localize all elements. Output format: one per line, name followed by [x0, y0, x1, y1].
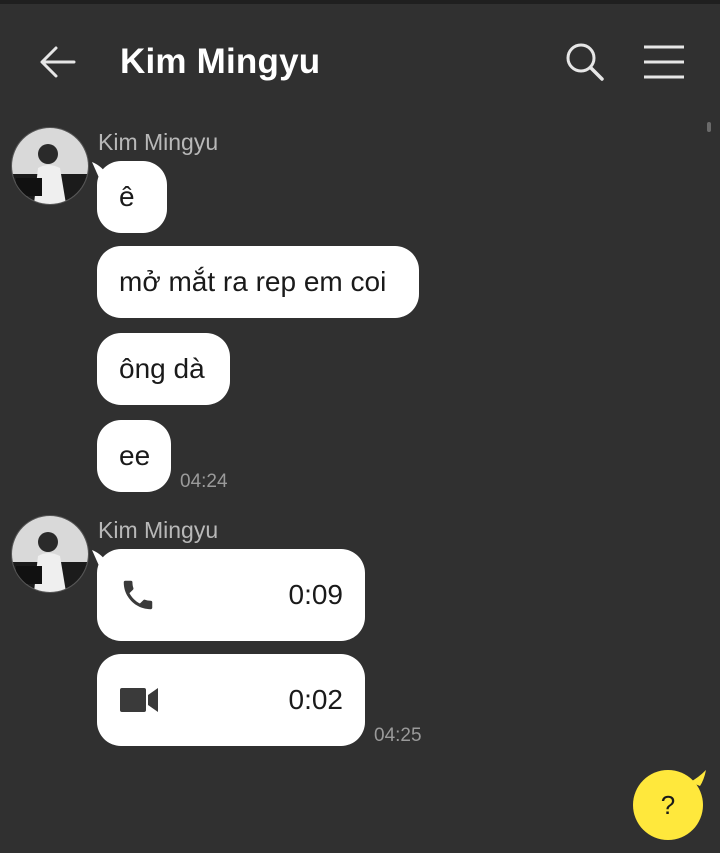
message-bubble[interactable]: ông dà [97, 333, 230, 405]
message-bubble[interactable]: mở mắt ra rep em coi [97, 246, 419, 318]
voice-call-bubble[interactable]: 0:09 [97, 549, 365, 641]
help-bubble-tail [690, 770, 706, 786]
call-duration: 0:09 [288, 579, 344, 610]
avatar[interactable] [11, 515, 89, 593]
video-camera-icon [120, 688, 158, 712]
avatar-photo-icon [12, 128, 88, 204]
help-label: ? [660, 789, 676, 820]
back-button[interactable] [36, 40, 80, 84]
menu-button[interactable] [640, 42, 688, 82]
chat-header: Kim Mingyu [0, 4, 720, 114]
message-time: 04:24 [180, 471, 228, 492]
sender-name: Kim Mingyu [98, 129, 219, 155]
search-icon [566, 43, 604, 81]
avatar-photo-icon [12, 516, 88, 592]
call-duration: 0:02 [288, 684, 344, 715]
message-text: ê [119, 181, 135, 212]
chat-title: Kim Mingyu [120, 42, 321, 81]
message-time: 04:25 [374, 725, 422, 746]
avatar[interactable] [11, 127, 89, 205]
sender-name: Kim Mingyu [98, 517, 219, 543]
message-bubble[interactable]: ee [97, 420, 171, 492]
message-text: ông dà [119, 353, 205, 384]
message-text: mở mắt ra rep em coi [119, 266, 387, 297]
hamburger-menu-icon [644, 45, 684, 79]
video-call-bubble[interactable]: 0:02 [97, 654, 365, 746]
arrow-left-icon [40, 46, 76, 78]
search-button[interactable] [563, 40, 607, 84]
phone-icon [123, 580, 153, 610]
message-text: ee [119, 440, 151, 471]
scrollbar[interactable] [707, 122, 711, 132]
message-bubble[interactable]: ê [97, 161, 167, 233]
